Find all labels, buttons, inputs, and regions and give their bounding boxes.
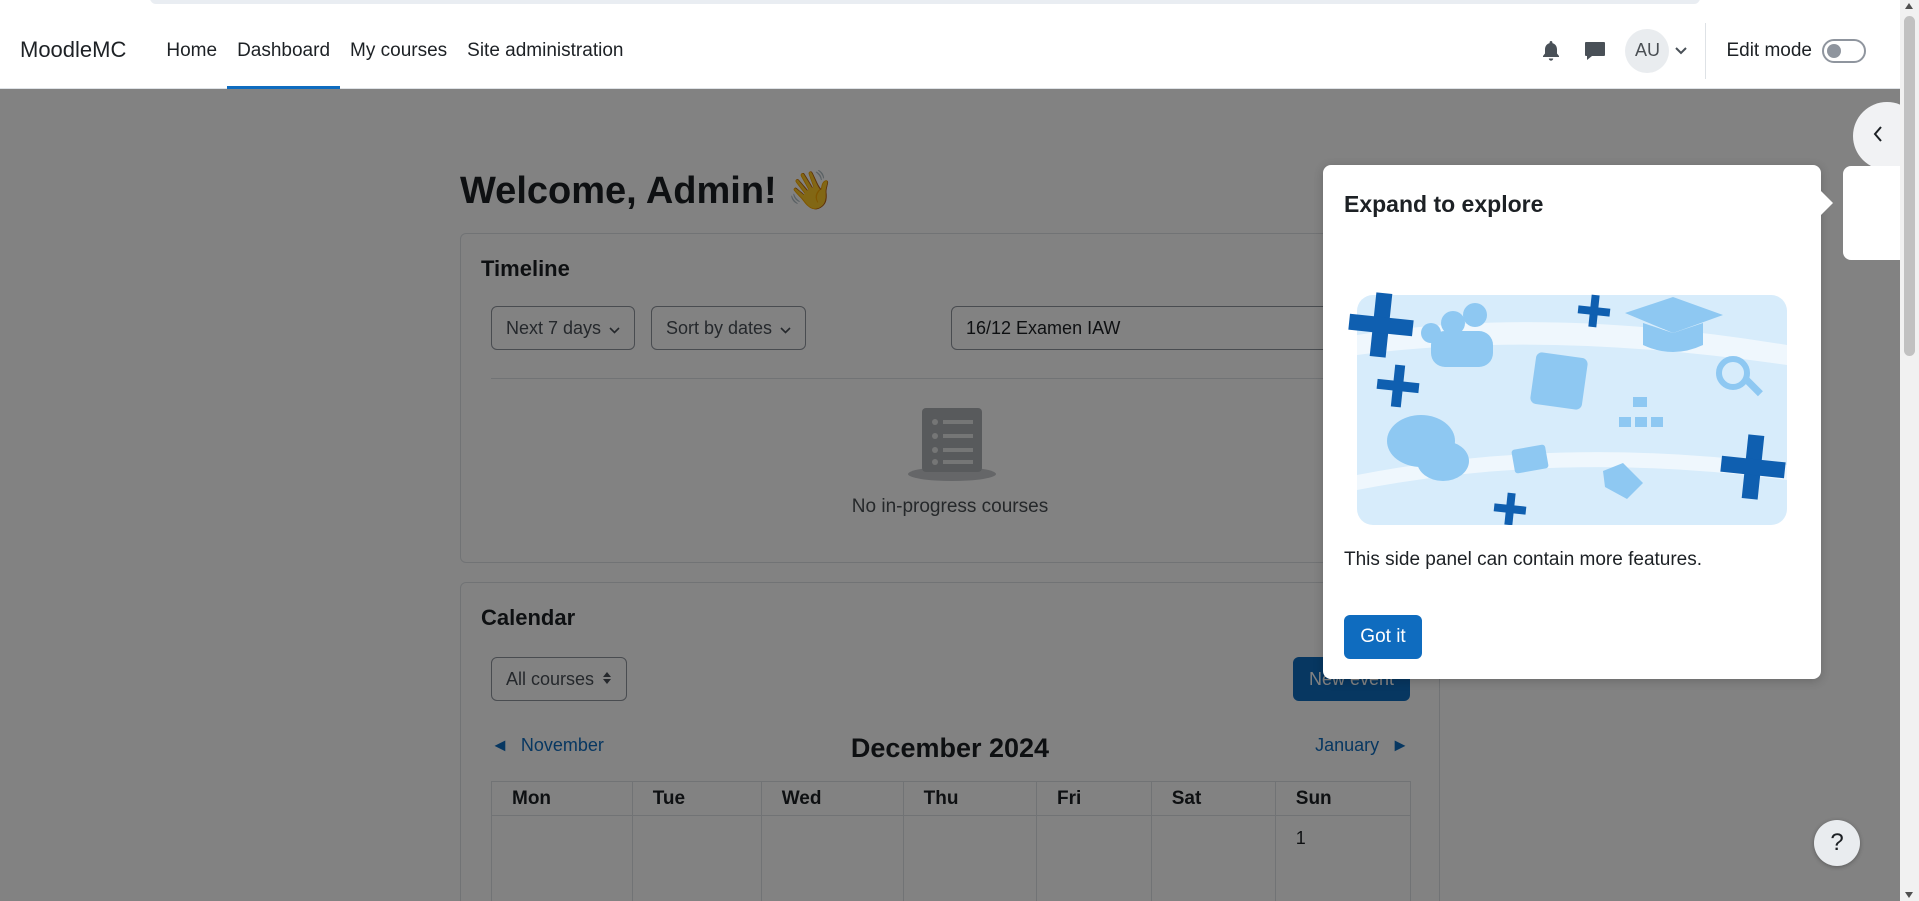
site-brand[interactable]: MoodleMC — [20, 37, 126, 63]
help-button[interactable]: ? — [1814, 820, 1860, 866]
browser-top-strip — [0, 0, 1900, 12]
edit-mode-toggle[interactable] — [1822, 38, 1866, 63]
nav-dashboard[interactable]: Dashboard — [227, 12, 340, 89]
nav-home[interactable]: Home — [156, 12, 227, 89]
address-bar-edge — [150, 0, 1700, 4]
navbar-divider — [1705, 22, 1707, 79]
scroll-up-arrow-icon[interactable] — [1905, 3, 1913, 9]
edit-mode-label: Edit mode — [1726, 39, 1812, 61]
scroll-down-arrow-icon[interactable] — [1905, 892, 1913, 898]
tour-title: Expand to explore — [1344, 191, 1544, 217]
navbar-user-area: AU Edit mode — [1529, 12, 1900, 89]
tour-body: This side panel can contain more feature… — [1344, 549, 1703, 570]
drawer-highlight — [1843, 166, 1903, 260]
scrollbar-thumb[interactable] — [1904, 16, 1915, 356]
chevron-left-icon — [1873, 125, 1883, 147]
tour-popover: Expand to explore This side panel can co… — [1323, 165, 1833, 679]
features-illustration — [1343, 275, 1803, 530]
nav-site-administration[interactable]: Site administration — [457, 12, 633, 89]
got-it-button[interactable]: Got it — [1344, 615, 1422, 659]
bell-icon[interactable] — [1529, 29, 1573, 73]
top-navbar: MoodleMC Home Dashboard My courses Site … — [0, 12, 1900, 89]
messages-icon[interactable] — [1573, 29, 1617, 73]
nav-my-courses[interactable]: My courses — [340, 12, 457, 89]
chevron-down-icon[interactable] — [1675, 42, 1688, 60]
page-scrollbar[interactable] — [1900, 0, 1919, 901]
user-avatar[interactable]: AU — [1625, 28, 1670, 73]
